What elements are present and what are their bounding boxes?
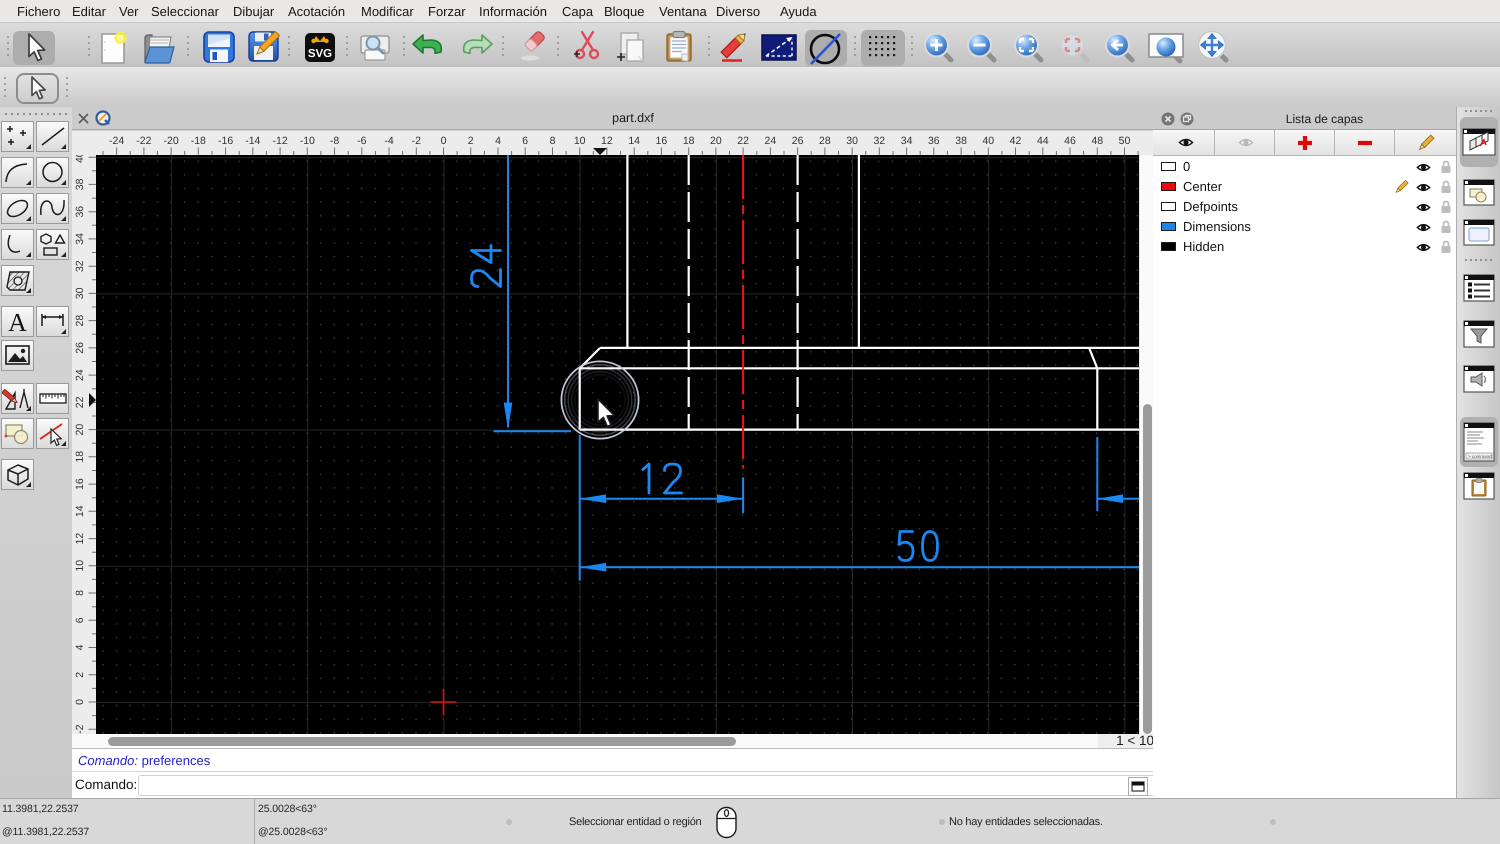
svg-text:22: 22 [737,135,749,147]
svg-text:0: 0 [74,699,86,705]
svg-text:20: 20 [710,135,722,147]
svg-text:24: 24 [74,369,86,381]
svg-text:26: 26 [792,135,804,147]
svg-text:-16: -16 [218,135,233,147]
svg-text:16: 16 [74,478,86,490]
svg-text:22: 22 [74,396,86,408]
svg-text:-10: -10 [300,135,315,147]
svg-text:12: 12 [74,533,86,545]
svg-text:-4: -4 [384,135,393,147]
svg-text:30: 30 [74,287,86,299]
svg-text:-24: -24 [109,135,124,147]
svg-text:8: 8 [74,590,86,596]
svg-text:-12: -12 [273,135,288,147]
svg-text:14: 14 [628,135,640,147]
svg-text:24: 24 [765,135,777,147]
svg-text:-2: -2 [412,135,421,147]
svg-text:-8: -8 [330,135,339,147]
svg-text:-22: -22 [136,135,151,147]
svg-text:38: 38 [955,135,967,147]
svg-text:44: 44 [1037,135,1049,147]
svg-text:6: 6 [522,135,528,147]
svg-text:A: A [8,308,27,336]
svg-text:46: 46 [1064,135,1076,147]
svg-text:36: 36 [928,135,940,147]
svg-text:-18: -18 [191,135,206,147]
svg-text:16: 16 [656,135,668,147]
svg-text:26: 26 [74,342,86,354]
svg-text:30: 30 [846,135,858,147]
svg-text:36: 36 [74,206,86,218]
svg-text:20: 20 [74,424,86,436]
svg-text:28: 28 [819,135,831,147]
svg-text:34: 34 [901,135,913,147]
svg-text:-2: -2 [74,724,86,733]
svg-text:> command: > command [1468,454,1492,459]
svg-text:34: 34 [74,233,86,245]
svg-text:-14: -14 [245,135,260,147]
svg-text:14: 14 [74,505,86,517]
svg-text:28: 28 [74,315,86,327]
svg-text:40: 40 [982,135,994,147]
svg-text:10: 10 [574,135,586,147]
svg-text:50: 50 [1119,135,1131,147]
svg-text:-6: -6 [357,135,366,147]
svg-text:40: 40 [74,155,86,163]
svg-text:2: 2 [468,135,474,147]
svg-text:12: 12 [601,135,613,147]
svg-text:0: 0 [441,135,447,147]
svg-text:2: 2 [74,672,86,678]
svg-text:32: 32 [873,135,885,147]
svg-text:18: 18 [74,451,86,463]
svg-text:SVG: SVG [308,48,332,60]
svg-text:32: 32 [74,260,86,272]
svg-text:6: 6 [74,617,86,623]
svg-text:10: 10 [74,560,86,572]
svg-text:18: 18 [683,135,695,147]
svg-text:48: 48 [1091,135,1103,147]
svg-text:-20: -20 [164,135,179,147]
svg-text:38: 38 [74,178,86,190]
svg-text:8: 8 [550,135,556,147]
svg-text:42: 42 [1010,135,1022,147]
svg-text:4: 4 [74,644,86,650]
svg-text:4: 4 [495,135,501,147]
